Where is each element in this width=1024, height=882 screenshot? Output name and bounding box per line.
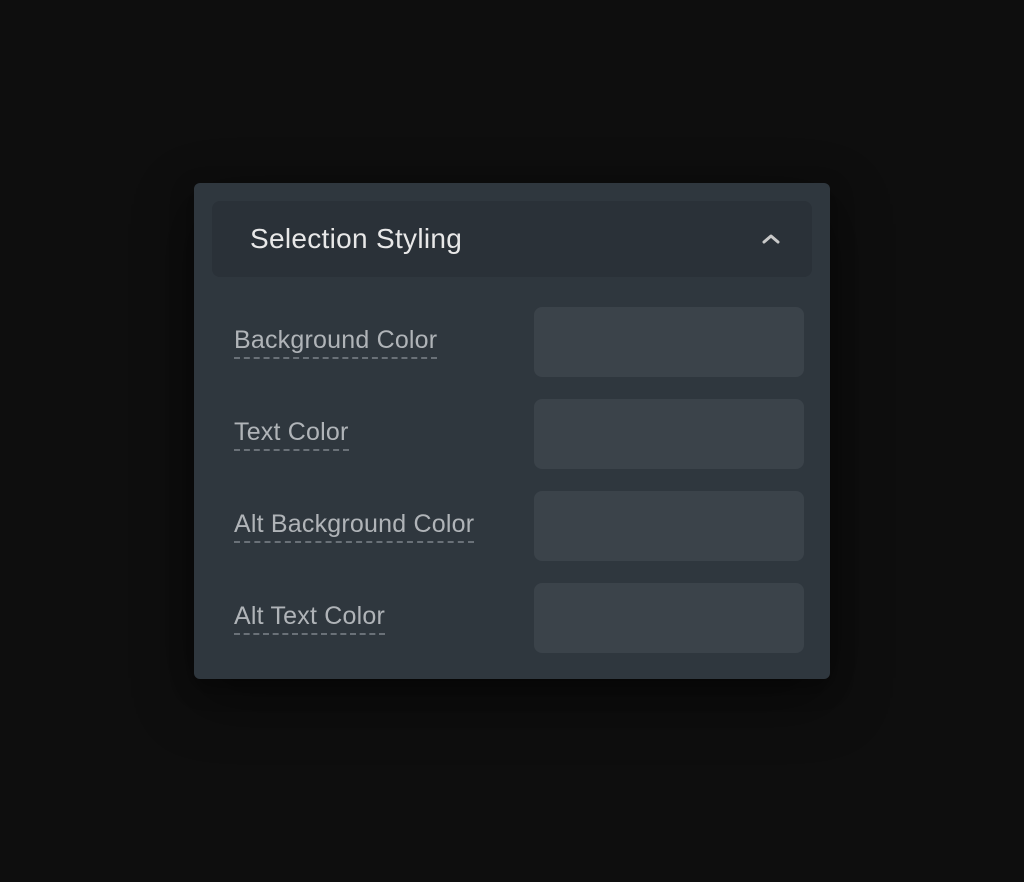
background-color-input[interactable]	[534, 307, 804, 377]
alt-text-color-input[interactable]	[534, 583, 804, 653]
field-row-text-color: Text Color	[220, 399, 804, 469]
chevron-up-icon	[762, 233, 780, 245]
field-label: Background Color	[234, 326, 437, 359]
field-label: Alt Background Color	[234, 510, 474, 543]
field-label: Alt Text Color	[234, 602, 385, 635]
field-row-background-color: Background Color	[220, 307, 804, 377]
panel-header[interactable]: Selection Styling	[212, 201, 812, 277]
text-color-input[interactable]	[534, 399, 804, 469]
field-row-alt-text-color: Alt Text Color	[220, 583, 804, 653]
field-row-alt-background-color: Alt Background Color	[220, 491, 804, 561]
alt-background-color-input[interactable]	[534, 491, 804, 561]
panel-title: Selection Styling	[250, 223, 462, 255]
field-label: Text Color	[234, 418, 349, 451]
fields-container: Background Color Text Color Alt Backgrou…	[212, 277, 812, 653]
selection-styling-panel: Selection Styling Background Color Text …	[194, 183, 830, 679]
